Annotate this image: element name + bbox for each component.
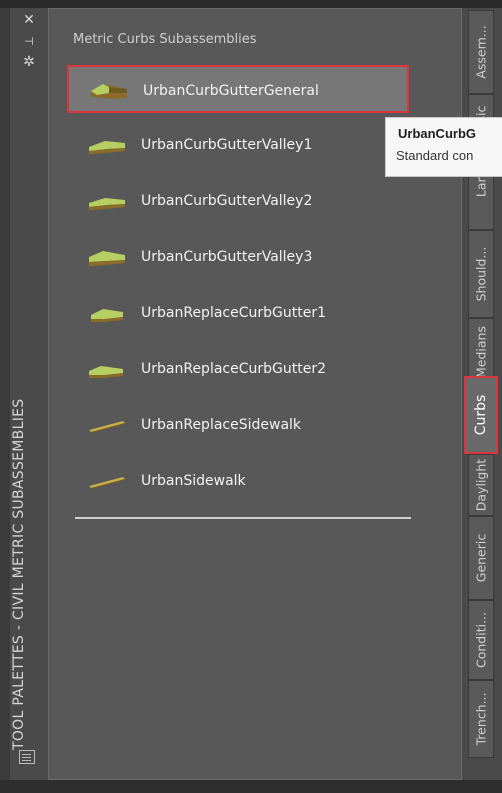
sidewalk-icon — [89, 421, 125, 433]
tool-label: UrbanCurbGutterValley2 — [141, 193, 313, 209]
tool-item-urbancurbguttervalley2[interactable]: UrbanCurbGutterValley2 — [67, 177, 409, 225]
palette-separator — [75, 517, 411, 519]
curb-gutter-valley-icon — [89, 141, 125, 154]
tooltip: UrbanCurbG Standard con — [385, 117, 502, 177]
palette-title-bar: ✕ ⊣ ✲ TOOL PALETTES - CIVIL METRIC SUBAS… — [10, 8, 49, 780]
bottom-strip — [0, 780, 502, 793]
tool-item-urbancurbguttergeneral[interactable]: UrbanCurbGutterGeneral — [67, 65, 409, 113]
tab-trench[interactable]: Trench... — [468, 680, 494, 758]
properties-icon[interactable]: ✲ — [19, 54, 39, 70]
tooltip-text: Standard con — [396, 148, 474, 163]
tab-generic[interactable]: Generic — [468, 516, 494, 600]
palette-menu-icon[interactable] — [19, 750, 35, 764]
tab-curbs[interactable]: Curbs — [464, 376, 498, 454]
auto-hide-icon[interactable]: ⊣ — [19, 34, 39, 50]
group-title: Metric Curbs Subassemblies — [73, 32, 257, 47]
palette-vertical-title: TOOL PALETTES - CIVIL METRIC SUBASSEMBLI… — [11, 398, 27, 750]
tab-shoulder[interactable]: Should... — [468, 230, 494, 318]
tool-label: UrbanReplaceSidewalk — [141, 417, 302, 433]
replace-curb-gutter-icon — [91, 309, 123, 322]
tool-item-urbanreplacesidewalk[interactable]: UrbanReplaceSidewalk — [67, 401, 409, 449]
sidewalk-icon — [89, 477, 125, 489]
tab-conditional[interactable]: Conditi... — [468, 600, 494, 680]
tool-label: UrbanCurbGutterValley1 — [141, 137, 313, 153]
tool-label: UrbanCurbGutterGeneral — [143, 83, 319, 99]
replace-curb-gutter-icon — [89, 366, 123, 378]
tool-label: UrbanCurbGutterValley3 — [141, 249, 313, 265]
close-icon[interactable]: ✕ — [19, 12, 39, 28]
tool-item-urbanreplacecurbgutter2[interactable]: UrbanReplaceCurbGutter2 — [67, 345, 409, 393]
curb-gutter-valley-icon — [89, 198, 125, 210]
curb-gutter-icon — [91, 84, 127, 99]
curb-gutter-valley-icon — [89, 251, 125, 266]
tooltip-title: UrbanCurbG — [398, 126, 476, 141]
tool-item-urbancurbguttervalley1[interactable]: UrbanCurbGutterValley1 — [67, 121, 409, 169]
tool-label: UrbanReplaceCurbGutter2 — [141, 361, 326, 377]
tab-daylight[interactable]: Daylight — [468, 454, 494, 516]
tab-assemblies[interactable]: Assem... — [468, 10, 494, 94]
top-strip — [0, 0, 502, 8]
tool-item-urbansidewalk[interactable]: UrbanSidewalk — [67, 457, 409, 505]
tool-item-urbanreplacecurbgutter1[interactable]: UrbanReplaceCurbGutter1 — [67, 289, 409, 337]
tool-label: UrbanReplaceCurbGutter1 — [141, 305, 326, 321]
tool-label: UrbanSidewalk — [141, 473, 246, 489]
tool-item-urbancurbguttervalley3[interactable]: UrbanCurbGutterValley3 — [67, 233, 409, 281]
